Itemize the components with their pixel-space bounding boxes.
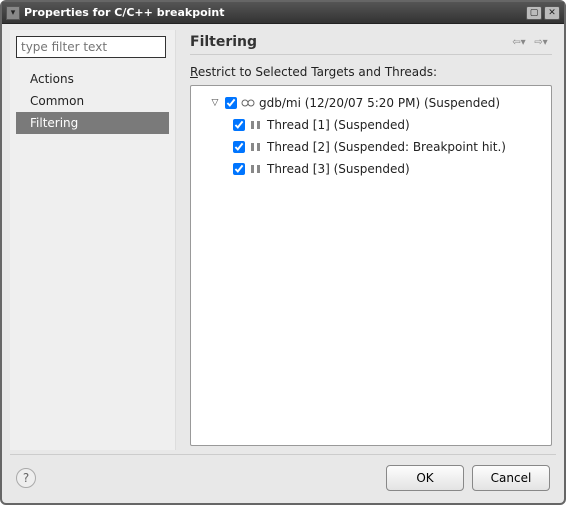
thread-label: Thread [1] (Suspended) xyxy=(267,118,410,132)
cancel-button[interactable]: Cancel xyxy=(472,465,550,491)
sidebar-item-filtering[interactable]: Filtering xyxy=(16,112,169,134)
thread-icon xyxy=(249,162,263,176)
help-icon: ? xyxy=(23,471,29,485)
tree-root-label: gdb/mi (12/20/07 5:20 PM) (Suspended) xyxy=(259,96,500,110)
restrict-mnemonic: R xyxy=(190,65,198,79)
debug-target-icon xyxy=(241,96,255,110)
thread-checkbox[interactable] xyxy=(233,163,245,175)
page-title: Filtering xyxy=(190,34,508,50)
expand-toggle-icon[interactable]: ▽ xyxy=(209,97,221,109)
window-title: Properties for C/C++ breakpoint xyxy=(24,6,224,19)
restrict-text: estrict to Selected Targets and Threads: xyxy=(198,65,437,79)
tree-thread-row[interactable]: Thread [2] (Suspended: Breakpoint hit.) xyxy=(195,136,547,158)
nav-list: Actions Common Filtering xyxy=(16,68,169,134)
dialog-footer: ? OK Cancel xyxy=(10,454,556,501)
thread-icon xyxy=(249,140,263,154)
content-pane: Filtering ⇦▾ ⇨▾ Restrict to Selected Tar… xyxy=(176,30,556,450)
sidebar-item-common[interactable]: Common xyxy=(16,90,169,112)
targets-tree[interactable]: ▽ gdb/mi (12/20/07 5:20 PM) (Suspended) … xyxy=(190,85,552,446)
titlebar: ▾ Properties for C/C++ breakpoint ▢ ✕ xyxy=(2,2,564,24)
maximize-button[interactable]: ▢ xyxy=(526,6,542,20)
tree-thread-row[interactable]: Thread [3] (Suspended) xyxy=(195,158,547,180)
close-button[interactable]: ✕ xyxy=(544,6,560,20)
app-icon: ▾ xyxy=(6,6,20,20)
history-forward-button[interactable]: ⇨▾ xyxy=(530,34,552,50)
arrow-right-icon: ⇨ xyxy=(534,37,542,48)
thread-label: Thread [2] (Suspended: Breakpoint hit.) xyxy=(267,140,506,154)
help-button[interactable]: ? xyxy=(16,468,36,488)
root-checkbox[interactable] xyxy=(225,97,237,109)
tree-root-row[interactable]: ▽ gdb/mi (12/20/07 5:20 PM) (Suspended) xyxy=(195,92,547,114)
sidebar: Actions Common Filtering xyxy=(10,30,176,450)
thread-checkbox[interactable] xyxy=(233,141,245,153)
properties-dialog: ▾ Properties for C/C++ breakpoint ▢ ✕ Ac… xyxy=(0,0,566,505)
main-area: Actions Common Filtering Filtering ⇦▾ ⇨▾ xyxy=(10,30,556,450)
history-back-button[interactable]: ⇦▾ xyxy=(508,34,530,50)
arrow-left-icon: ⇦ xyxy=(512,37,520,48)
restrict-label: Restrict to Selected Targets and Threads… xyxy=(190,65,552,79)
sidebar-item-actions[interactable]: Actions xyxy=(16,68,169,90)
ok-button[interactable]: OK xyxy=(386,465,464,491)
thread-checkbox[interactable] xyxy=(233,119,245,131)
thread-icon xyxy=(249,118,263,132)
tree-thread-row[interactable]: Thread [1] (Suspended) xyxy=(195,114,547,136)
filter-input[interactable] xyxy=(16,36,166,58)
dialog-body: Actions Common Filtering Filtering ⇦▾ ⇨▾ xyxy=(2,24,564,503)
content-header: Filtering ⇦▾ ⇨▾ xyxy=(190,34,552,55)
thread-label: Thread [3] (Suspended) xyxy=(267,162,410,176)
